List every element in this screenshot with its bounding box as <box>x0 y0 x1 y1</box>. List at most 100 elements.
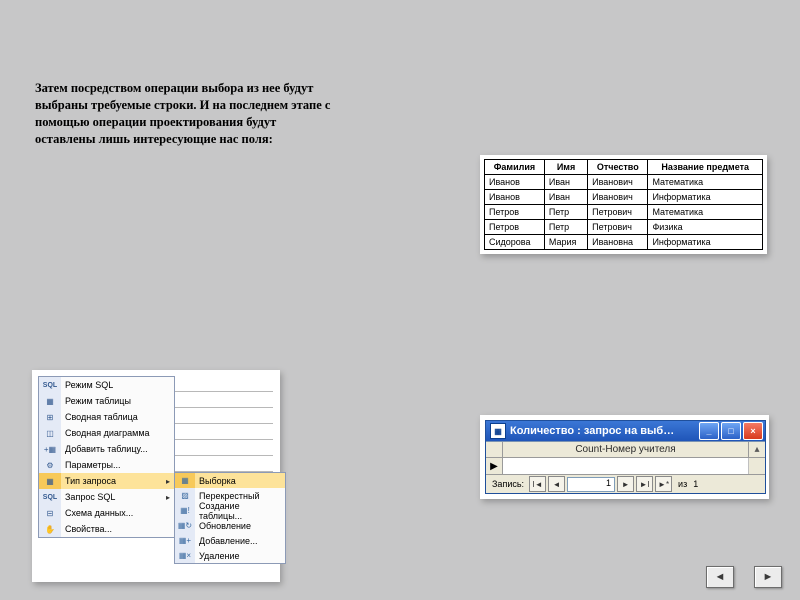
submenu-item-delete[interactable]: ▦× Удаление <box>175 548 285 563</box>
record-navigator: Запись: I◄ ◄ 1 ► ►I ►* из 1 <box>486 474 765 493</box>
record-label: Запись: <box>489 479 527 489</box>
menu-item-label: Режим SQL <box>61 380 170 390</box>
cell: Ивановна <box>588 235 648 250</box>
add-table-icon: +▦ <box>39 441 61 457</box>
menu-item-query-type[interactable]: ▦ Тип запроса ▸ <box>39 473 174 489</box>
cell: Иванович <box>588 190 648 205</box>
menu-item-pivot-chart[interactable]: ◫ Сводная диаграмма <box>39 425 174 441</box>
menu-item-label: Запрос SQL <box>61 492 163 502</box>
table-icon: ▦ <box>39 393 61 409</box>
delete-query-icon: ▦× <box>175 548 195 563</box>
submenu-item-label: Обновление <box>195 521 285 531</box>
menu-item-label: Режим таблицы <box>61 396 170 406</box>
cell: Сидорова <box>485 235 545 250</box>
cell: Петров <box>485 220 545 235</box>
menu-item-label: Тип запроса <box>61 476 163 486</box>
cell: Петрович <box>588 205 648 220</box>
menu-item-properties[interactable]: ✋ Свойства... <box>39 521 174 537</box>
window-titlebar[interactable]: ▦ Количество : запрос на выб… _ □ × <box>486 421 765 441</box>
relationships-icon: ⊟ <box>39 505 61 521</box>
menu-item-label: Сводная диаграмма <box>61 428 170 438</box>
submenu-item-make-table[interactable]: ▦! Создание таблицы... <box>175 503 285 518</box>
submenu-item-select[interactable]: ▦ Выборка <box>175 473 285 488</box>
record-total: 1 <box>693 479 698 489</box>
table-row: Петров Петр Петрович Физика <box>485 220 763 235</box>
menu-item-sql-query[interactable]: SQL Запрос SQL ▸ <box>39 489 174 505</box>
menu-item-sql-view[interactable]: SQL Режим SQL <box>39 377 174 393</box>
column-header[interactable]: Count-Номер учителя <box>503 442 749 458</box>
minimize-button[interactable]: _ <box>699 422 719 440</box>
scroll-up-button[interactable]: ▴ <box>749 442 765 458</box>
last-record-button[interactable]: ►I <box>636 476 653 492</box>
submenu-item-label: Добавление... <box>195 536 285 546</box>
record-number-input[interactable]: 1 <box>567 477 615 492</box>
intro-paragraph: Затем посредством операции выбора из нее… <box>35 80 335 148</box>
menu-item-add-table[interactable]: +▦ Добавить таблицу... <box>39 441 174 457</box>
menu-item-label: Параметры... <box>61 460 170 470</box>
th-patronymic: Отчество <box>588 160 648 175</box>
new-record-button[interactable]: ►* <box>655 476 672 492</box>
submenu-item-label: Перекрестный <box>195 491 285 501</box>
cell: Информатика <box>648 235 763 250</box>
query-type-icon: ▦ <box>39 473 61 489</box>
make-table-icon: ▦! <box>175 503 195 518</box>
cell: Петр <box>544 205 587 220</box>
submenu-item-append[interactable]: ▦+ Добавление... <box>175 533 285 548</box>
menu-item-data-scheme[interactable]: ⊟ Схема данных... <box>39 505 174 521</box>
query-designer-grid <box>173 376 273 468</box>
cell: Петр <box>544 220 587 235</box>
window-title: Количество : запрос на выб… <box>510 425 697 437</box>
close-button[interactable]: × <box>743 422 763 440</box>
select-query-icon: ▦ <box>175 473 195 488</box>
crosstab-icon: ▨ <box>175 488 195 503</box>
chevron-right-icon: ▸ <box>163 493 170 502</box>
cell-value[interactable] <box>503 458 749 474</box>
table-row: Иванов Иван Иванович Информатика <box>485 190 763 205</box>
query-result-window: ▦ Количество : запрос на выб… _ □ × Coun… <box>485 420 766 494</box>
parameters-icon: ⚙ <box>39 457 61 473</box>
prev-record-button[interactable]: ◄ <box>548 476 565 492</box>
context-menu: SQL Режим SQL ▦ Режим таблицы ⊞ Сводная … <box>38 376 175 538</box>
cell: Петров <box>485 205 545 220</box>
column-selector-header[interactable] <box>486 442 503 458</box>
next-record-button[interactable]: ► <box>617 476 634 492</box>
cell: Иванов <box>485 190 545 205</box>
next-slide-button[interactable]: ► <box>754 566 782 588</box>
cell: Физика <box>648 220 763 235</box>
pivot-chart-icon: ◫ <box>39 425 61 441</box>
properties-icon: ✋ <box>39 521 61 537</box>
th-name: Имя <box>544 160 587 175</box>
of-label: из <box>674 479 691 489</box>
prev-slide-button[interactable]: ◄ <box>706 566 734 588</box>
menu-item-label: Сводная таблица <box>61 412 170 422</box>
table-row: Петров Петр Петрович Математика <box>485 205 763 220</box>
pivot-table-icon: ⊞ <box>39 409 61 425</box>
cell: Иван <box>544 175 587 190</box>
menu-item-table-view[interactable]: ▦ Режим таблицы <box>39 393 174 409</box>
cell: Математика <box>648 205 763 220</box>
maximize-button[interactable]: □ <box>721 422 741 440</box>
query-result-window-card: ▦ Количество : запрос на выб… _ □ × Coun… <box>480 415 769 499</box>
horizontal-scrollbar[interactable] <box>704 477 762 491</box>
menu-item-parameters[interactable]: ⚙ Параметры... <box>39 457 174 473</box>
cell: Иванов <box>485 175 545 190</box>
cell: Петрович <box>588 220 648 235</box>
append-query-icon: ▦+ <box>175 533 195 548</box>
table-row: Сидорова Мария Ивановна Информатика <box>485 235 763 250</box>
cell: Мария <box>544 235 587 250</box>
submenu-item-update[interactable]: ▦↻ Обновление <box>175 518 285 533</box>
update-query-icon: ▦↻ <box>175 518 195 533</box>
query-type-submenu: ▦ Выборка ▨ Перекрестный ▦! Создание таб… <box>174 472 286 564</box>
first-record-button[interactable]: I◄ <box>529 476 546 492</box>
sql-icon: SQL <box>43 382 57 389</box>
submenu-item-label: Выборка <box>195 476 285 486</box>
th-subject: Название предмета <box>648 160 763 175</box>
table-row: Иванов Иван Иванович Математика <box>485 175 763 190</box>
sql-icon: SQL <box>43 494 57 501</box>
cell: Иванович <box>588 175 648 190</box>
current-record-icon[interactable]: ▶ <box>486 458 503 474</box>
menu-item-pivot-table[interactable]: ⊞ Сводная таблица <box>39 409 174 425</box>
query-result-table: Фамилия Имя Отчество Название предмета И… <box>484 159 763 250</box>
scroll-down-button[interactable] <box>749 458 765 474</box>
access-app-icon: ▦ <box>490 423 506 439</box>
